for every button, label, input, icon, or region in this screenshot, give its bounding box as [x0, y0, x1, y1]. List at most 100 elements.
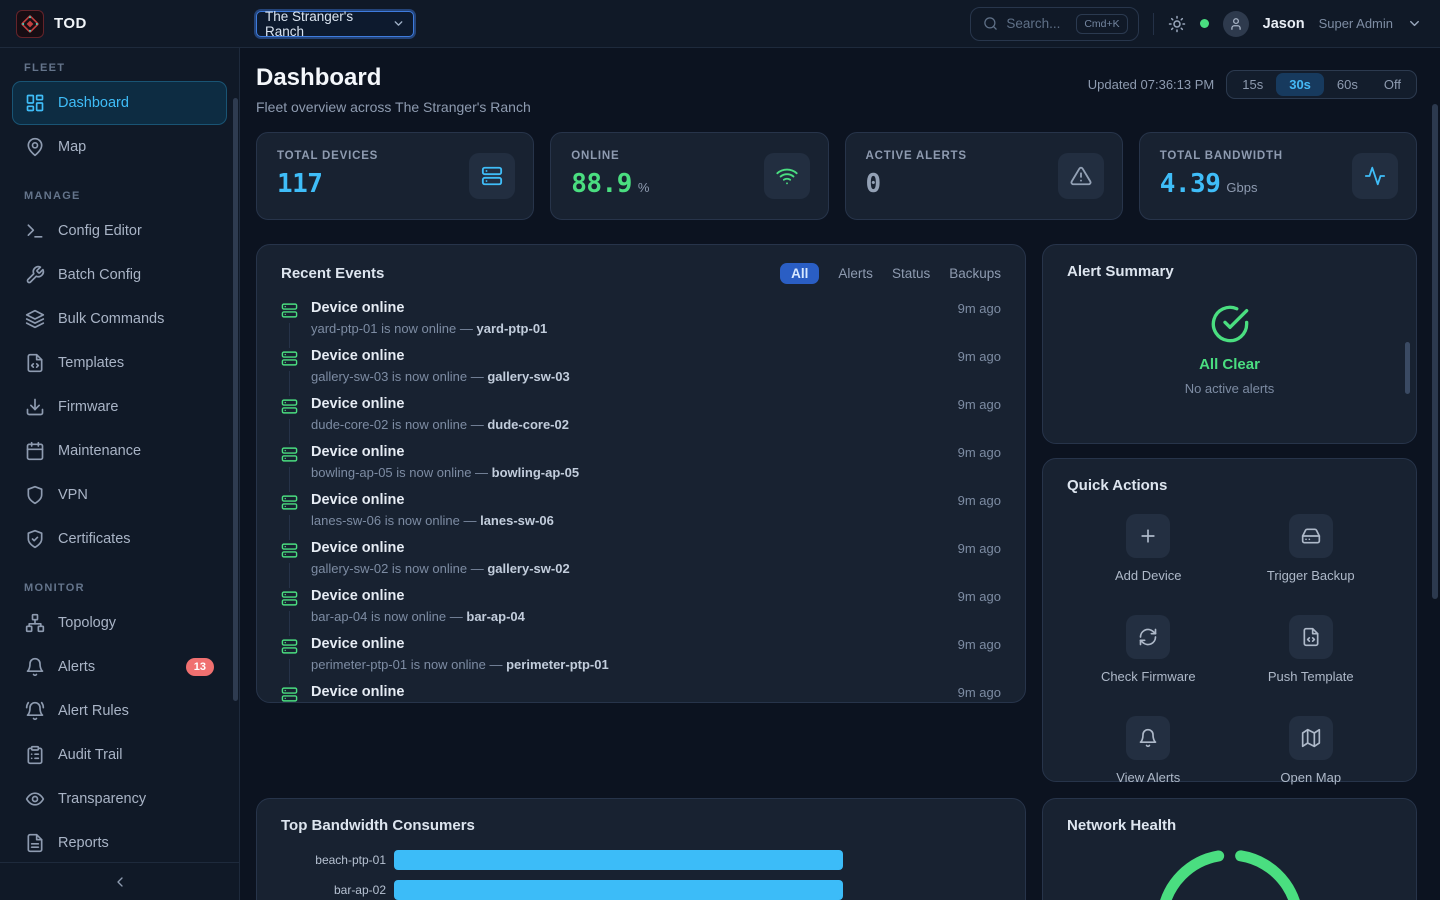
sidebar-nav: FLEETDashboardMapMANAGEConfig EditorBatc… [0, 48, 239, 862]
site-selector-value: The Stranger's Ranch [265, 9, 392, 39]
event-title: Device online [311, 444, 945, 461]
sidebar-item-alerts[interactable]: Alerts13 [12, 645, 227, 689]
user-menu-chevron[interactable] [1407, 16, 1422, 31]
dashboard-icon [25, 93, 45, 113]
sidebar-item-config-editor[interactable]: Config Editor [12, 209, 227, 253]
sidebar-item-maintenance[interactable]: Maintenance [12, 429, 227, 473]
events-filter-tabs: All Alerts Status Backups [780, 263, 1001, 284]
sidebar-item-topology[interactable]: Topology [12, 601, 227, 645]
topbar-divider [1153, 13, 1154, 35]
event-time: 9m ago [958, 300, 1001, 345]
server-icon [281, 492, 298, 514]
events-tab-status[interactable]: Status [892, 266, 930, 281]
alert-summary-title: Alert Summary [1067, 263, 1392, 280]
event-row[interactable]: Device online 9m ago [281, 681, 1001, 703]
user-role: Super Admin [1319, 16, 1393, 31]
main-content: Dashboard Fleet overview across The Stra… [240, 48, 1440, 900]
events-tab-alerts[interactable]: Alerts [838, 266, 873, 281]
events-scrollbar[interactable] [1405, 342, 1410, 394]
server-icon [281, 540, 298, 562]
global-search[interactable]: Cmd+K [970, 7, 1138, 41]
sidebar-item-reports[interactable]: Reports [12, 821, 227, 862]
sidebar-item-label: Config Editor [58, 223, 142, 239]
sidebar-collapse-button[interactable] [0, 862, 239, 900]
event-row[interactable]: Device onlinedude-core-02 is now online … [281, 393, 1001, 441]
sidebar-item-label: VPN [58, 487, 88, 503]
hard-drive-icon [1289, 514, 1333, 558]
search-shortcut-badge: Cmd+K [1076, 14, 1127, 34]
events-tab-all[interactable]: All [780, 263, 819, 284]
quick-action-push-template[interactable]: Push Template [1230, 615, 1393, 684]
eye-icon [25, 789, 45, 809]
event-time: 9m ago [958, 396, 1001, 441]
site-selector[interactable]: The Stranger's Ranch [256, 11, 414, 37]
shield-icon [25, 485, 45, 505]
event-row[interactable]: Device onlinegallery-sw-02 is now online… [281, 537, 1001, 585]
theme-toggle-button[interactable] [1168, 15, 1186, 33]
layers-icon [25, 309, 45, 329]
event-row[interactable]: Device onlineyard-ptp-01 is now online —… [281, 297, 1001, 345]
sidebar-item-dashboard[interactable]: Dashboard [12, 81, 227, 125]
app-logo-icon [16, 10, 44, 38]
server-icon [281, 348, 298, 370]
sidebar-item-audit-trail[interactable]: Audit Trail [12, 733, 227, 777]
sidebar-scrollbar[interactable] [233, 98, 238, 701]
event-row[interactable]: Device onlineperimeter-ptp-01 is now onl… [281, 633, 1001, 681]
quick-action-label: Trigger Backup [1267, 568, 1355, 583]
quick-action-add-device[interactable]: Add Device [1067, 514, 1230, 583]
bandwidth-panel-title: Top Bandwidth Consumers [281, 817, 1001, 834]
refresh-option-off[interactable]: Off [1371, 73, 1414, 96]
sidebar-section-label-monitor: MONITOR [24, 582, 215, 594]
quick-action-check-firmware[interactable]: Check Firmware [1067, 615, 1230, 684]
event-title: Device online [311, 492, 945, 509]
event-row[interactable]: Device onlinebowling-ap-05 is now online… [281, 441, 1001, 489]
bandwidth-bar-row: bar-ap-02 [281, 880, 1001, 900]
clipboard-icon [25, 745, 45, 765]
event-time: 9m ago [958, 684, 1001, 703]
quick-action-label: Add Device [1115, 568, 1181, 583]
stat-unit: % [638, 180, 650, 195]
event-row[interactable]: Device onlinelanes-sw-06 is now online —… [281, 489, 1001, 537]
stat-card-online: ONLINE88.9% [550, 132, 828, 220]
quick-action-label: Push Template [1268, 669, 1354, 684]
page-scrollbar[interactable] [1432, 104, 1438, 599]
map-pin-icon [25, 137, 45, 157]
event-title: Device online [311, 684, 945, 701]
sidebar-item-bulk-commands[interactable]: Bulk Commands [12, 297, 227, 341]
user-avatar[interactable] [1223, 11, 1249, 37]
search-input[interactable] [1006, 16, 1068, 31]
plus-icon [1126, 514, 1170, 558]
bandwidth-consumers-panel: Top Bandwidth Consumers beach-ptp-01 bar-… [256, 798, 1026, 900]
refresh-option-15s[interactable]: 15s [1229, 73, 1276, 96]
bandwidth-bar-chart: beach-ptp-01 bar-ap-02 [281, 850, 1001, 900]
refresh-option-60s[interactable]: 60s [1324, 73, 1371, 96]
quick-action-open-map[interactable]: Open Map [1230, 716, 1393, 785]
event-description: dude-core-02 is now online — dude-core-0… [311, 417, 945, 432]
sidebar-item-batch-config[interactable]: Batch Config [12, 253, 227, 297]
stat-card-total-bandwidth: TOTAL BANDWIDTH4.39Gbps [1139, 132, 1417, 220]
chevron-left-icon [112, 874, 128, 890]
event-title: Device online [311, 540, 945, 557]
stat-card-total-devices: TOTAL DEVICES117 [256, 132, 534, 220]
sidebar-item-alert-rules[interactable]: Alert Rules [12, 689, 227, 733]
event-row[interactable]: Device onlinegallery-sw-03 is now online… [281, 345, 1001, 393]
server-icon [281, 300, 298, 322]
stat-value: 4.39 [1160, 169, 1221, 199]
quick-action-trigger-backup[interactable]: Trigger Backup [1230, 514, 1393, 583]
refresh-interval-control: 15s30s60sOff [1226, 70, 1417, 99]
sidebar-item-certificates[interactable]: Certificates [12, 517, 227, 561]
sidebar-item-vpn[interactable]: VPN [12, 473, 227, 517]
events-tab-backups[interactable]: Backups [949, 266, 1001, 281]
sidebar-item-label: Audit Trail [58, 747, 122, 763]
refresh-option-30s[interactable]: 30s [1276, 73, 1324, 96]
sidebar-item-firmware[interactable]: Firmware [12, 385, 227, 429]
bandwidth-bar-row: beach-ptp-01 [281, 850, 1001, 870]
recent-events-panel: Recent Events AllAlertsStatusBackups Dev… [256, 244, 1026, 703]
quick-action-view-alerts[interactable]: View Alerts [1067, 716, 1230, 785]
sidebar-item-templates[interactable]: Templates [12, 341, 227, 385]
sidebar-item-transparency[interactable]: Transparency [12, 777, 227, 821]
sidebar-item-map[interactable]: Map [12, 125, 227, 169]
event-row[interactable]: Device onlinebar-ap-04 is now online — b… [281, 585, 1001, 633]
server-icon [281, 444, 298, 466]
bell-icon [25, 657, 45, 677]
